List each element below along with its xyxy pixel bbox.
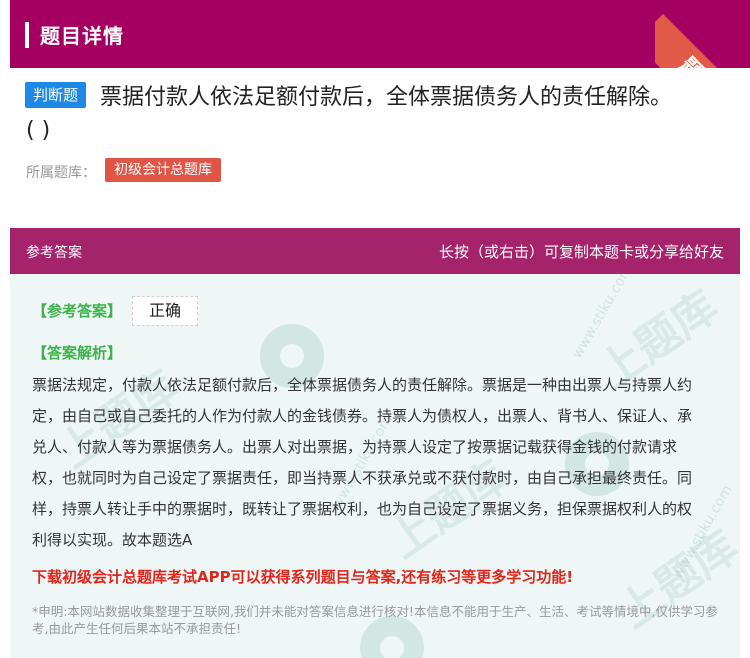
corner-ribbon: 题卡 <box>655 0 750 68</box>
question-text: 票据付款人依法足额付款后，全体票据债务人的责任解除。 <box>100 85 673 110</box>
analysis-label: 【答案解析】 <box>32 344 123 362</box>
question-type-badge: 判断题 <box>25 82 87 108</box>
bank-label: 所属题库： <box>26 165 96 181</box>
reference-answer-label: 【参考答案】 <box>32 302 123 320</box>
header-accent-bar <box>25 22 29 48</box>
analysis-text: 票据法规定，付款人依法足额付款后，全体票据债务人的责任解除。票据是一种由出票人与… <box>32 376 693 549</box>
answer-header-title: 参考答案 <box>26 245 82 261</box>
ribbon-label: 题卡 <box>655 14 750 68</box>
answer-header: 参考答案 长按（或右击）可复制本题卡或分享给好友 <box>10 228 740 274</box>
page-header: 题目详情 <box>10 0 750 68</box>
page-title: 题目详情 <box>40 24 124 48</box>
reference-answer-value[interactable]: 正确 <box>132 296 198 326</box>
disclaimer-text: *申明:本网站数据收集整理于互联网,我们并未能对答案信息进行核对!本信息不能用于… <box>32 604 718 636</box>
share-hint: 长按（或右击）可复制本题卡或分享给好友 <box>438 243 724 261</box>
bank-tag-link[interactable]: 初级会计总题库 <box>105 158 221 182</box>
question-blank: ( ) <box>26 118 51 143</box>
download-promo-link[interactable]: 下载初级会计总题库考试APP可以获得系列题目与答案,还有练习等更多学习功能! <box>32 566 573 587</box>
answer-body: 上题库 上题库 上题库 上题库 www.stiku.com www.stiku.… <box>10 274 740 658</box>
